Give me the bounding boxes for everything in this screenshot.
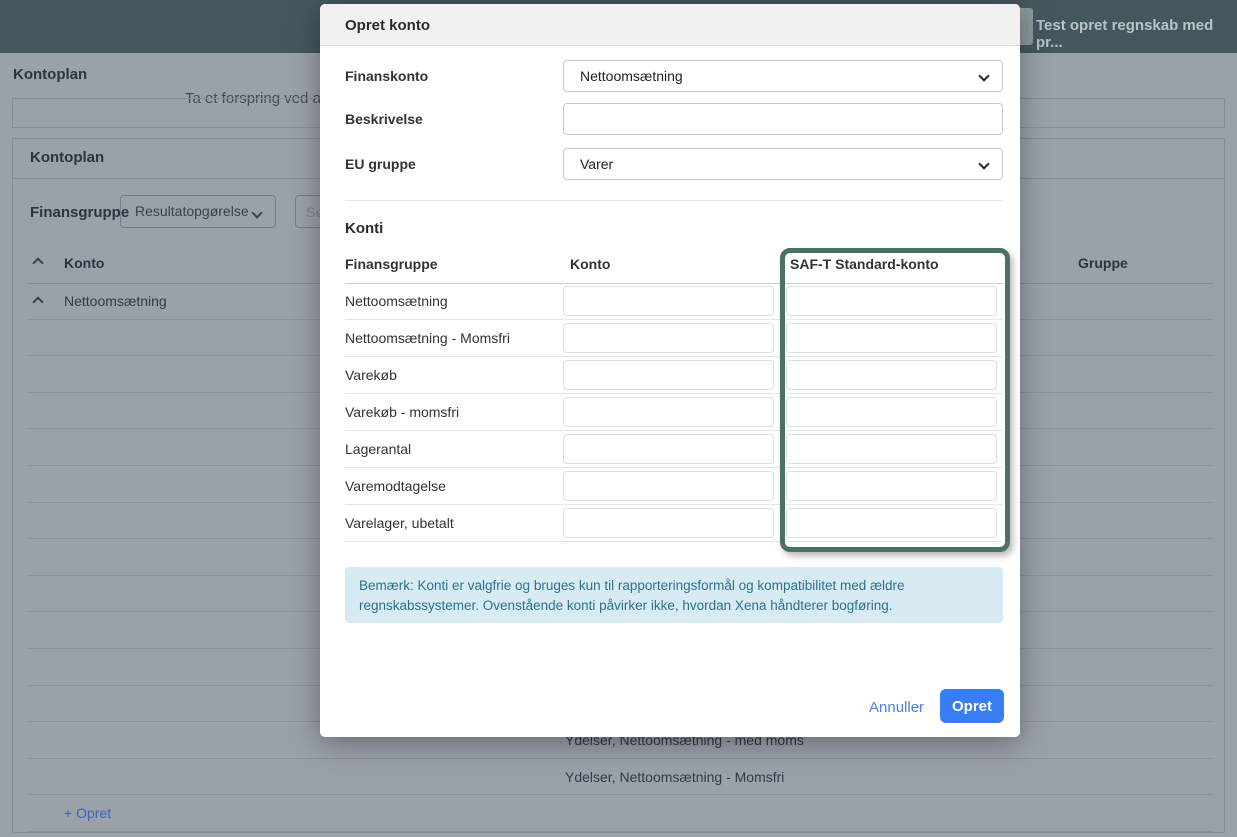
konti-col-saft: SAF-T Standard-konto bbox=[790, 256, 939, 272]
opret-konto-modal: Opret konto Finanskonto Nettoomsætning B… bbox=[320, 4, 1020, 737]
saft-konto-input[interactable] bbox=[786, 471, 997, 501]
konti-row-label: Varelager, ubetalt bbox=[345, 515, 454, 531]
note-box: Bemærk: Konti er valgfrie og bruges kun … bbox=[345, 567, 1003, 623]
finansgruppe-select-value: Resultatopgørelse bbox=[135, 203, 249, 219]
konto-input[interactable] bbox=[563, 397, 774, 427]
column-header-konto[interactable]: Konto bbox=[64, 255, 104, 271]
konti-col-konto: Konto bbox=[570, 256, 610, 272]
panel-title: Kontoplan bbox=[30, 149, 104, 166]
chevron-up-icon[interactable] bbox=[32, 296, 43, 307]
eu-gruppe-select[interactable]: Varer bbox=[563, 148, 1003, 180]
group-row-label: Nettoomsætning bbox=[64, 293, 167, 309]
row-gruppe-value: Ydelser, Nettoomsætning - Momsfri bbox=[565, 769, 784, 785]
konti-row-label: Varekøb bbox=[345, 367, 397, 383]
section-divider bbox=[345, 200, 1003, 201]
finanskonto-select[interactable]: Nettoomsætning bbox=[563, 60, 1003, 92]
saft-konto-input[interactable] bbox=[786, 360, 997, 390]
konti-row: Varekøb - momsfri bbox=[345, 394, 1003, 431]
konti-row-label: Lagerantal bbox=[345, 441, 411, 457]
konto-input[interactable] bbox=[563, 360, 774, 390]
column-header-gruppe[interactable]: Gruppe bbox=[1078, 255, 1128, 271]
konti-row-label: Nettoomsætning bbox=[345, 293, 448, 309]
finanskonto-label: Finanskonto bbox=[345, 68, 428, 84]
konti-row-label: Varemodtagelse bbox=[345, 478, 446, 494]
cancel-button[interactable]: Annuller bbox=[869, 699, 924, 716]
chevron-down-icon bbox=[978, 70, 989, 81]
finansgruppe-label: Finansgruppe bbox=[30, 204, 129, 221]
saft-konto-input[interactable] bbox=[786, 397, 997, 427]
konto-input[interactable] bbox=[563, 508, 774, 538]
konti-row: Lagerantal bbox=[345, 431, 1003, 468]
konti-col-finansgruppe: Finansgruppe bbox=[345, 256, 438, 272]
arrow-up-icon: ↑ bbox=[1023, 18, 1030, 34]
modal-header: Opret konto bbox=[320, 4, 1020, 46]
konti-row: Varemodtagelse bbox=[345, 468, 1003, 505]
konti-row: Nettoomsætning bbox=[345, 283, 1003, 320]
konto-input[interactable] bbox=[563, 471, 774, 501]
konto-input[interactable] bbox=[563, 323, 774, 353]
modal-title: Opret konto bbox=[345, 17, 430, 34]
finansgruppe-select[interactable]: Resultatopgørelse bbox=[120, 195, 276, 228]
konti-row: Varekøb bbox=[345, 357, 1003, 394]
chevron-down-icon bbox=[251, 207, 262, 218]
beskrivelse-label: Beskrivelse bbox=[345, 111, 423, 127]
konto-input[interactable] bbox=[563, 286, 774, 316]
table-row: + Opret bbox=[28, 795, 1213, 832]
saft-konto-input[interactable] bbox=[786, 434, 997, 464]
konti-row-label: Nettoomsætning - Momsfri bbox=[345, 330, 510, 346]
konto-input[interactable] bbox=[563, 434, 774, 464]
saft-konto-input[interactable] bbox=[786, 286, 997, 316]
finanskonto-select-value: Nettoomsætning bbox=[580, 68, 683, 84]
konti-row-label: Varekøb - momsfri bbox=[345, 404, 459, 420]
eu-gruppe-select-value: Varer bbox=[580, 156, 613, 172]
konti-heading: Konti bbox=[345, 220, 383, 237]
company-menu[interactable]: Test opret regnskab med pr... bbox=[1036, 17, 1237, 51]
beskrivelse-input[interactable] bbox=[563, 103, 1003, 135]
table-row[interactable]: Ydelser, Nettoomsætning - Momsfri bbox=[28, 759, 1213, 796]
chevron-down-icon bbox=[978, 158, 989, 169]
konti-row: Nettoomsætning - Momsfri bbox=[345, 320, 1003, 357]
create-account-link[interactable]: + Opret bbox=[64, 805, 111, 821]
saft-konto-input[interactable] bbox=[786, 323, 997, 353]
create-button[interactable]: Opret bbox=[940, 689, 1004, 723]
saft-konto-input[interactable] bbox=[786, 508, 997, 538]
page-title: Kontoplan bbox=[13, 66, 87, 83]
konti-row: Varelager, ubetalt bbox=[345, 505, 1003, 542]
eu-gruppe-label: EU gruppe bbox=[345, 156, 416, 172]
